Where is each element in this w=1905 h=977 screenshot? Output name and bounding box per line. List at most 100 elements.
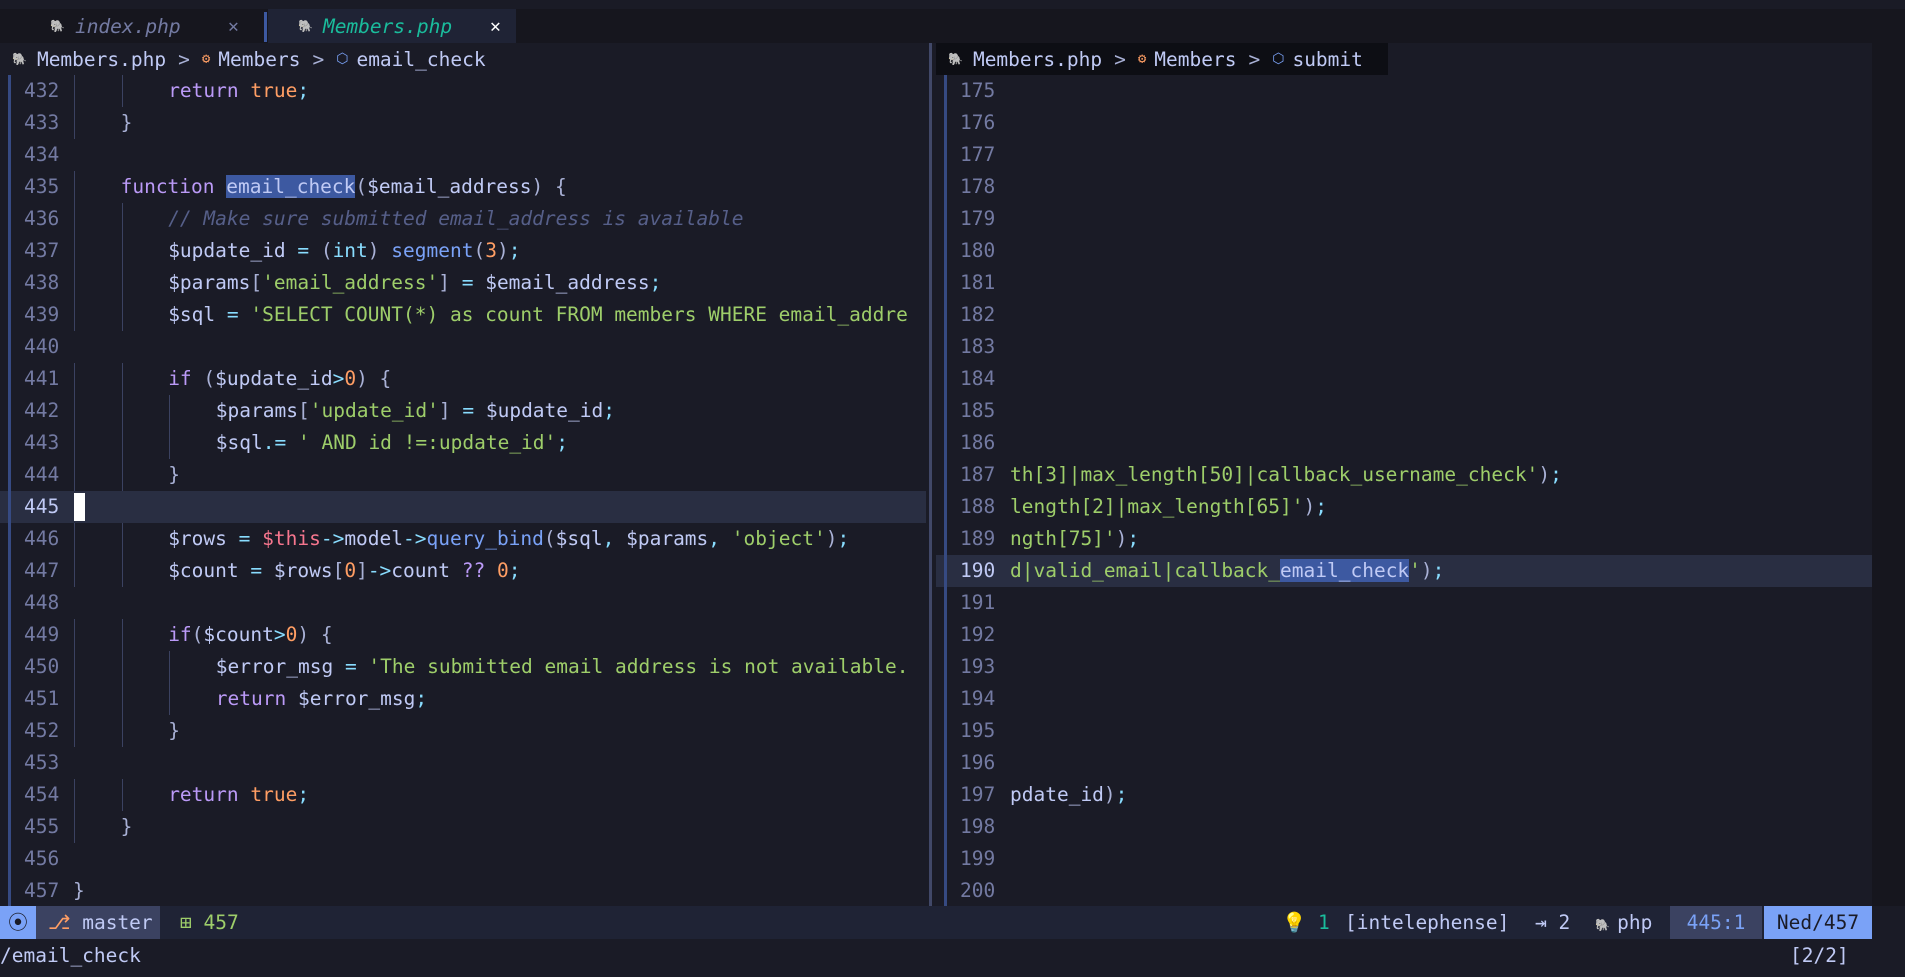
code-line[interactable]: 441 if ($update_id>0) { (0, 363, 926, 395)
code-text[interactable]: $error_msg = 'The submitted email addres… (73, 651, 909, 683)
command-line[interactable]: /email_check [2/2] (0, 939, 1905, 972)
line-number: 180 (960, 239, 996, 262)
code-line[interactable]: 446 $rows = $this->model->query_bind($sql… (0, 523, 926, 555)
close-icon[interactable]: ✕ (490, 16, 501, 37)
code-line[interactable]: 200 (936, 875, 1872, 906)
code-line[interactable]: 455} (0, 811, 926, 843)
code-text[interactable]: ngth[75]'); (1010, 523, 1139, 555)
code-line[interactable]: 187 th[3]|max_length[50]|callback_usernam… (936, 459, 1872, 491)
code-line[interactable]: 443 $sql.= ' AND id !=:update_id'; (0, 427, 926, 459)
code-line[interactable]: 439 $sql = 'SELECT COUNT(*) as count FROM… (0, 299, 926, 331)
breadcrumb-file[interactable]: Members.php (37, 48, 166, 71)
git-branch[interactable]: ⎇ master (36, 906, 160, 939)
code-line[interactable]: 447 $count = $rows[0]->count ?? 0; (0, 555, 926, 587)
code-line[interactable]: 177 (936, 139, 1872, 171)
code-line[interactable]: 178 (936, 171, 1872, 203)
code-text[interactable]: return $error_msg; (73, 683, 427, 715)
code-text[interactable]: } (73, 715, 180, 747)
code-line[interactable]: 196 (936, 747, 1872, 779)
code-text[interactable]: } (73, 107, 133, 139)
code-lines[interactable]: 432 return true; 433} 434 435 function email_… (0, 75, 926, 906)
code-text[interactable]: length[2]|max_length[65]'); (1010, 491, 1327, 523)
code-line[interactable]: 444} (0, 459, 926, 491)
code-token: } (168, 719, 180, 742)
code-token: true (250, 783, 298, 806)
code-line[interactable]: 179 (936, 203, 1872, 235)
code-line[interactable]: 190 d|valid_email|callback_email_check'); (936, 555, 1872, 587)
code-line[interactable]: 445 (0, 491, 926, 523)
breadcrumb-file[interactable]: Members.php (973, 48, 1102, 71)
code-line[interactable]: 452} (0, 715, 926, 747)
close-icon[interactable]: ✕ (228, 16, 239, 37)
code-line[interactable]: 184 (936, 363, 1872, 395)
code-line[interactable]: 195 (936, 715, 1872, 747)
code-line[interactable]: 193 (936, 651, 1872, 683)
code-line[interactable]: 440 (0, 331, 926, 363)
code-text[interactable]: // Make sure submitted email_address is … (73, 203, 743, 235)
diagnostics-count[interactable]: 💡 1 (1282, 906, 1330, 939)
code-text[interactable]: $rows = $this->model->query_bind($sql, $… (73, 523, 849, 555)
code-line[interactable]: 182 (936, 299, 1872, 331)
code-line[interactable]: 436 // Make sure submitted email_address … (0, 203, 926, 235)
window-split-divider[interactable] (929, 43, 932, 906)
code-line[interactable]: 450 $error_msg = 'The submitted email add… (0, 651, 926, 683)
code-line[interactable]: 454 return true; (0, 779, 926, 811)
code-text[interactable]: } (73, 875, 85, 906)
editor-window-left[interactable]: 🐘 Members.php > ⚙ Members > ⬡ email_chec… (0, 43, 926, 906)
code-line[interactable]: 198 (936, 811, 1872, 843)
code-line[interactable]: 194 (936, 683, 1872, 715)
breadcrumb-class[interactable]: Members (1154, 48, 1236, 71)
code-line[interactable]: 432 return true; (0, 75, 926, 107)
code-line[interactable]: 192 (936, 619, 1872, 651)
tab-index-php[interactable]: 🐘 index.php ✕ (0, 9, 262, 43)
code-line[interactable]: 180 (936, 235, 1872, 267)
code-line[interactable]: 437 $update_id = (int) segment(3); (0, 235, 926, 267)
breadcrumb-class[interactable]: Members (218, 48, 300, 71)
code-line[interactable]: 442 $params['update_id'] = $update_id; (0, 395, 926, 427)
code-line[interactable]: 199 (936, 843, 1872, 875)
code-text[interactable]: return true; (73, 779, 309, 811)
code-line[interactable]: 197 pdate_id); (936, 779, 1872, 811)
code-line[interactable]: 449 if($count>0) { (0, 619, 926, 651)
code-text[interactable]: $sql = 'SELECT COUNT(*) as count FROM me… (73, 299, 908, 331)
code-line[interactable]: 456 (0, 843, 926, 875)
code-text[interactable]: $update_id = (int) segment(3); (73, 235, 520, 267)
git-gutter-added (8, 203, 11, 235)
code-line[interactable]: 457} (0, 875, 926, 906)
breadcrumb-method[interactable]: submit (1292, 48, 1362, 71)
code-line[interactable]: 186 (936, 427, 1872, 459)
editor-window-right[interactable]: 🐘 Members.php > ⚙ Members > ⬡ submit 175… (936, 43, 1872, 906)
code-line[interactable]: 189 ngth[75]'); (936, 523, 1872, 555)
code-line[interactable]: 185 (936, 395, 1872, 427)
code-line[interactable]: 448 (0, 587, 926, 619)
search-command[interactable]: /email_check (0, 939, 141, 972)
code-text[interactable]: function email_check($email_address) { (73, 171, 567, 203)
code-line[interactable]: 451 return $error_msg; (0, 683, 926, 715)
code-line[interactable]: 175 (936, 75, 1872, 107)
code-text[interactable]: if($count>0) { (73, 619, 332, 651)
code-text[interactable]: return true; (73, 75, 309, 107)
code-text[interactable]: } (73, 811, 133, 843)
code-text[interactable]: } (73, 459, 180, 491)
code-text[interactable]: $sql.= ' AND id !=:update_id'; (73, 427, 568, 459)
code-text[interactable]: $params['update_id'] = $update_id; (73, 395, 615, 427)
code-text[interactable]: d|valid_email|callback_email_check'); (1010, 555, 1444, 587)
code-line[interactable]: 188 length[2]|max_length[65]'); (936, 491, 1872, 523)
code-line[interactable]: 438 $params['email_address'] = $email_add… (0, 267, 926, 299)
code-text[interactable]: th[3]|max_length[50]|callback_username_c… (1010, 459, 1562, 491)
code-text[interactable]: pdate_id); (1010, 779, 1127, 811)
code-text[interactable]: $count = $rows[0]->count ?? 0; (73, 555, 520, 587)
tab-members-php[interactable]: 🐘 Members.php ✕ (268, 9, 516, 43)
code-line[interactable]: 435 function email_check($email_address) … (0, 171, 926, 203)
code-line[interactable]: 453 (0, 747, 926, 779)
code-text[interactable]: $params['email_address'] = $email_addres… (73, 267, 661, 299)
code-line[interactable]: 434 (0, 139, 926, 171)
code-line[interactable]: 176 (936, 107, 1872, 139)
code-line[interactable]: 191 (936, 587, 1872, 619)
code-lines[interactable]: 175 176 177 178 179 180 181 182 183 184 185 186 187 t… (936, 75, 1872, 906)
code-line[interactable]: 181 (936, 267, 1872, 299)
breadcrumb-method[interactable]: email_check (356, 48, 485, 71)
code-text[interactable]: if ($update_id>0) { (73, 363, 391, 395)
code-line[interactable]: 433} (0, 107, 926, 139)
code-line[interactable]: 183 (936, 331, 1872, 363)
